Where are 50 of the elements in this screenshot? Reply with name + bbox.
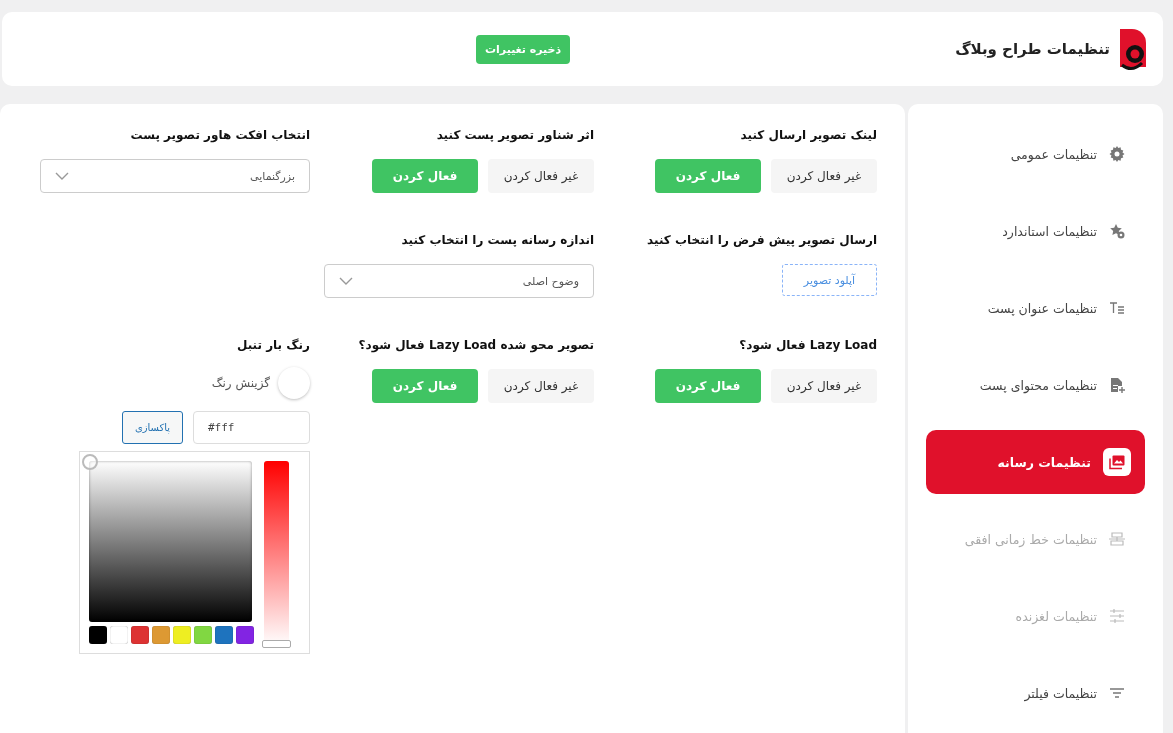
dropdown-value: وضوح اصلی (522, 274, 579, 288)
dropdown[interactable]: وضوح اصلی (324, 264, 594, 298)
color-swatch[interactable] (173, 626, 191, 644)
color-swatch[interactable] (131, 626, 149, 644)
sliders-icon (1109, 608, 1125, 624)
toggle-option[interactable]: غیر فعال کردن (488, 369, 594, 403)
app-title: تنظیمات طراح وبلاگ (955, 40, 1110, 58)
color-swatch-button[interactable] (278, 367, 310, 399)
setting-label: انتخاب افکت هاور تصویر پست (129, 128, 310, 142)
color-swatch[interactable] (152, 626, 170, 644)
gear-icon (1109, 146, 1125, 162)
filter-icon (1109, 685, 1125, 701)
toggle-option[interactable]: غیر فعال کردن (771, 159, 877, 193)
setting-label: Lazy Load فعال شود؟ (738, 338, 877, 352)
color-swatch[interactable] (89, 626, 107, 644)
star-icon (1109, 223, 1125, 239)
setting-label: لینک تصویر ارسال کنید (739, 128, 877, 142)
slider-handle[interactable] (262, 640, 291, 648)
setting-label: رنگ بار تنبل (236, 338, 310, 352)
sidebar-item[interactable]: تنظیمات محتوای پست (926, 353, 1145, 417)
picker-label: گزینش رنگ (211, 376, 270, 390)
sidebar-item[interactable]: تنظیمات رسانه (926, 430, 1145, 494)
color-input[interactable]: #fff (193, 411, 310, 444)
file-icon (1109, 377, 1125, 393)
dropdown[interactable]: بزرگنمایی (40, 159, 310, 193)
timeline-icon (1109, 531, 1125, 547)
text-icon (1109, 300, 1125, 316)
color-swatch[interactable] (110, 626, 128, 644)
setting-label: اندازه رسانه پست را انتخاب کنید (400, 233, 594, 247)
setting-label: تصویر محو شده Lazy Load فعال شود؟ (357, 338, 594, 352)
setting-label: ارسال تصویر پیش فرض را انتخاب کنید (646, 233, 877, 247)
dropdown-value: بزرگنمایی (250, 169, 295, 183)
color-swatch[interactable] (236, 626, 254, 644)
sidebar-item[interactable]: تنظیمات عمومی (926, 122, 1145, 186)
chevron-icon (55, 172, 69, 180)
logo-icon (1118, 27, 1148, 71)
toggle-option[interactable]: غیر فعال کردن (771, 369, 877, 403)
chevron-icon (339, 277, 353, 285)
images-icon (1103, 448, 1131, 476)
toggle-option[interactable]: غیر فعال کردن (488, 159, 594, 193)
sidebar-item[interactable]: تنظیمات عنوان پست (926, 276, 1145, 340)
sidebar-item[interactable]: تنظیمات استاندارد (926, 199, 1145, 263)
hue-slider[interactable] (264, 461, 289, 646)
picker-handle[interactable] (82, 454, 98, 470)
color-swatch[interactable] (215, 626, 233, 644)
color-field[interactable] (89, 461, 252, 622)
setting-label: اثر شناور تصویر پست کنید (435, 128, 594, 142)
clear-button[interactable]: پاکسازی (122, 411, 183, 444)
color-swatch[interactable] (194, 626, 212, 644)
sidebar-item[interactable]: تنظیمات فیلتر (926, 661, 1145, 725)
